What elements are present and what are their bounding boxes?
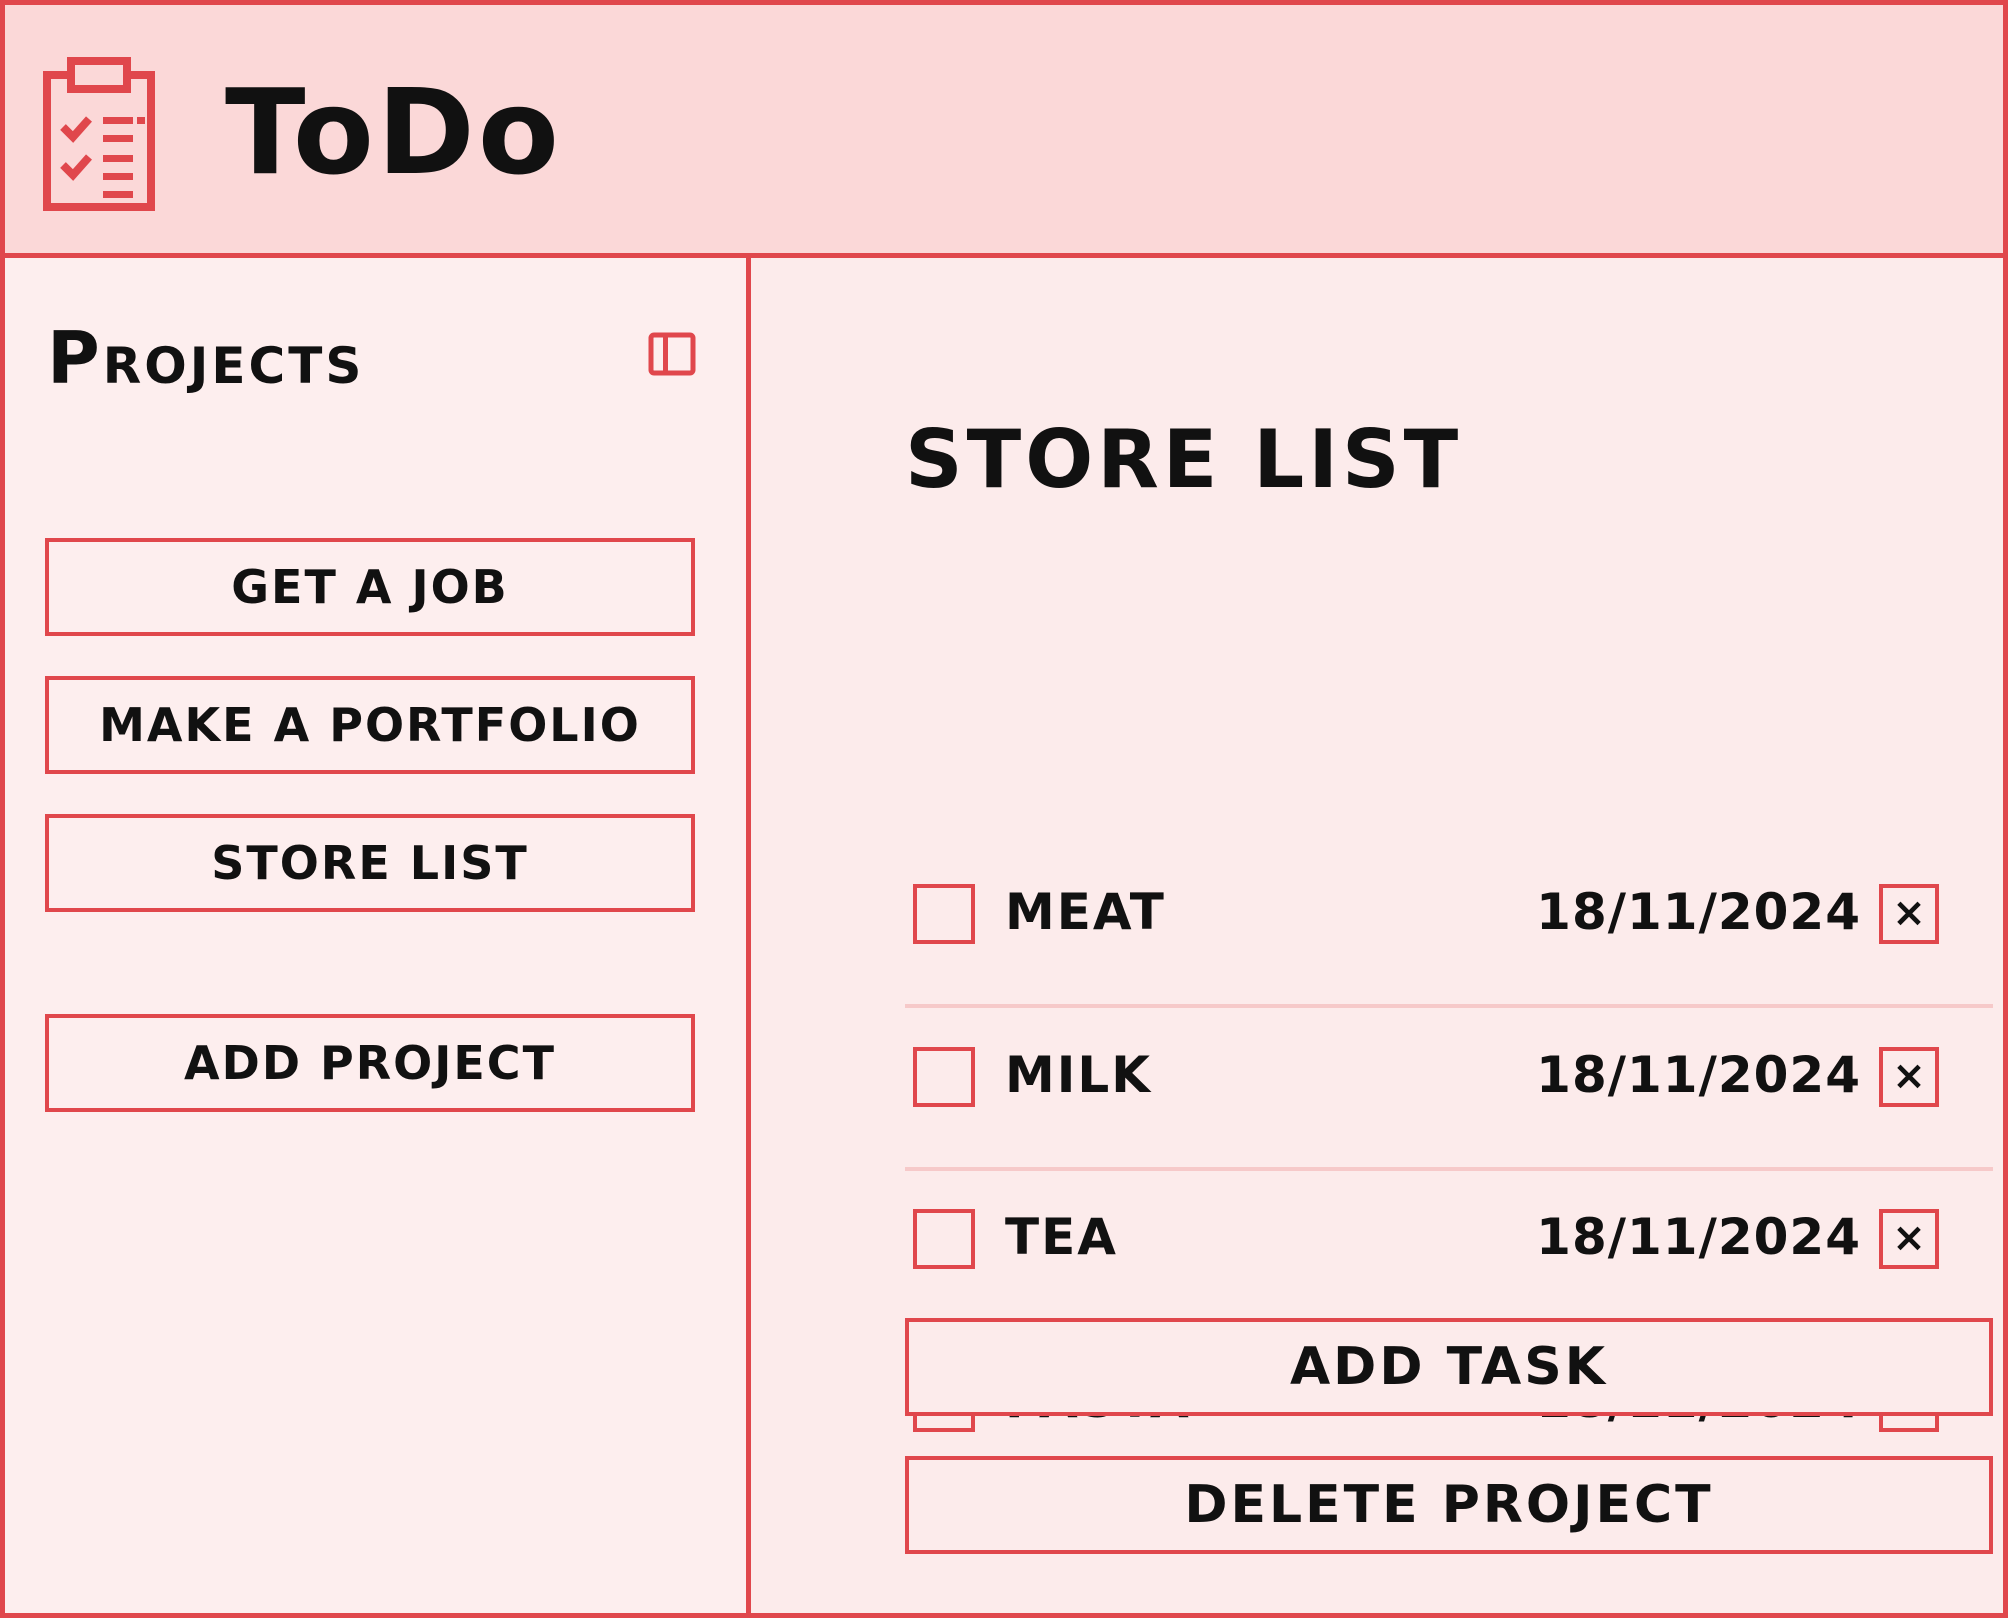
task-name: Meat — [1005, 883, 1166, 941]
task-checkbox[interactable] — [913, 884, 975, 944]
projects-sidebar: Projects Get a Job Make a Portfolio Stor… — [5, 258, 751, 1613]
delete-project-button[interactable]: Delete Project — [905, 1456, 1993, 1554]
task-name: Milk — [1005, 1046, 1152, 1104]
project-item-store-list[interactable]: Store List — [45, 814, 695, 912]
task-name: Tea — [1005, 1208, 1118, 1266]
clipboard-checklist-icon — [43, 57, 155, 211]
project-item-get-a-job[interactable]: Get a Job — [45, 538, 695, 636]
task-date: 18/11/2024 — [1536, 1208, 1861, 1266]
project-item-make-a-portfolio[interactable]: Make a Portfolio — [45, 676, 695, 774]
app-title: ToDo — [225, 63, 562, 201]
add-task-button[interactable]: Add Task — [905, 1318, 1993, 1416]
project-detail: Store List Meat 18/11/2024 × Milk 18/11/… — [751, 258, 2003, 1613]
task-delete-button[interactable]: × — [1879, 884, 1939, 944]
task-date: 18/11/2024 — [1536, 883, 1861, 941]
task-checkbox[interactable] — [913, 1209, 975, 1269]
task-delete-button[interactable]: × — [1879, 1047, 1939, 1107]
task-delete-button[interactable]: × — [1879, 1209, 1939, 1269]
task-row: Tea 18/11/2024 × — [905, 1173, 1993, 1333]
project-title: Store List — [905, 413, 1463, 506]
sidebar-toggle-icon[interactable] — [648, 332, 696, 376]
add-project-button[interactable]: Add Project — [45, 1014, 695, 1112]
task-date: 18/11/2024 — [1536, 1046, 1861, 1104]
projects-heading: Projects — [47, 316, 365, 400]
app-header: ToDo — [5, 5, 2003, 258]
task-checkbox[interactable] — [913, 1047, 975, 1107]
task-row: Milk 18/11/2024 × — [905, 1011, 1993, 1171]
task-row: Meat 18/11/2024 × — [905, 848, 1993, 1008]
todo-app: ToDo Projects Get a Job Make a Portfolio… — [0, 0, 2008, 1618]
